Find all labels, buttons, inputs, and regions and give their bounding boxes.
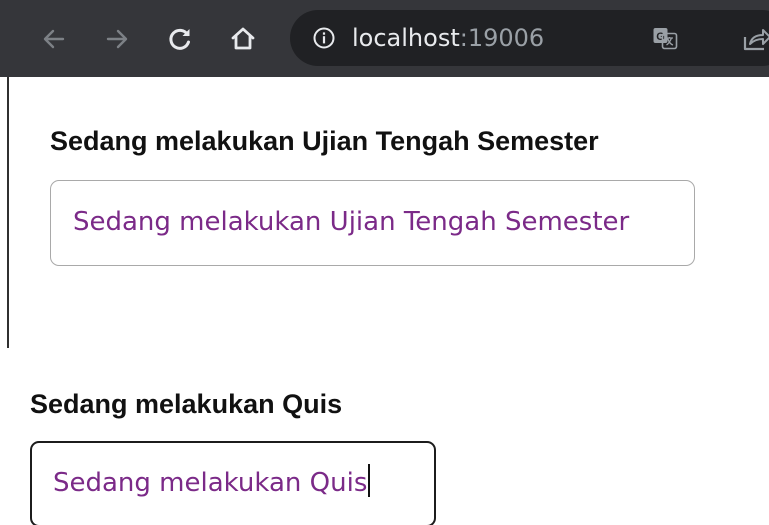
svg-text:G: G xyxy=(656,31,665,43)
home-button[interactable] xyxy=(223,17,263,61)
page-viewport: Sedang melakukan Ujian Tengah Semester S… xyxy=(0,77,769,348)
viewport-border xyxy=(7,77,9,348)
uts-input[interactable]: Sedang melakukan Ujian Tengah Semester xyxy=(50,180,695,266)
arrow-right-icon xyxy=(106,29,128,49)
url-host: localhost xyxy=(352,24,460,52)
uts-label: Sedang melakukan Ujian Tengah Semester xyxy=(50,126,599,156)
reload-button[interactable] xyxy=(160,17,200,61)
info-icon[interactable] xyxy=(312,26,336,50)
share-icon[interactable] xyxy=(742,25,769,53)
text-caret xyxy=(368,464,371,497)
arrow-left-icon xyxy=(43,29,65,49)
translate-icon[interactable]: G xyxy=(652,26,678,50)
back-button[interactable] xyxy=(34,17,74,61)
browser-toolbar: localhost:19006 G xyxy=(0,0,769,77)
uts-input-value: Sedang melakukan Ujian Tengah Semester xyxy=(73,207,630,237)
url-text[interactable]: localhost:19006 xyxy=(352,10,544,66)
screenshot-root: localhost:19006 G Sedang melakukan Ujian… xyxy=(0,0,769,525)
address-bar[interactable]: localhost:19006 G xyxy=(290,10,769,66)
url-port: :19006 xyxy=(459,24,545,52)
reload-icon xyxy=(169,28,190,50)
quis-label: Sedang melakukan Quis xyxy=(30,389,343,419)
forward-button[interactable] xyxy=(97,17,137,61)
quis-input-value: Sedang melakukan Quis xyxy=(53,468,368,498)
quis-input[interactable]: Sedang melakukan Quis xyxy=(30,441,436,525)
home-icon xyxy=(231,27,255,50)
